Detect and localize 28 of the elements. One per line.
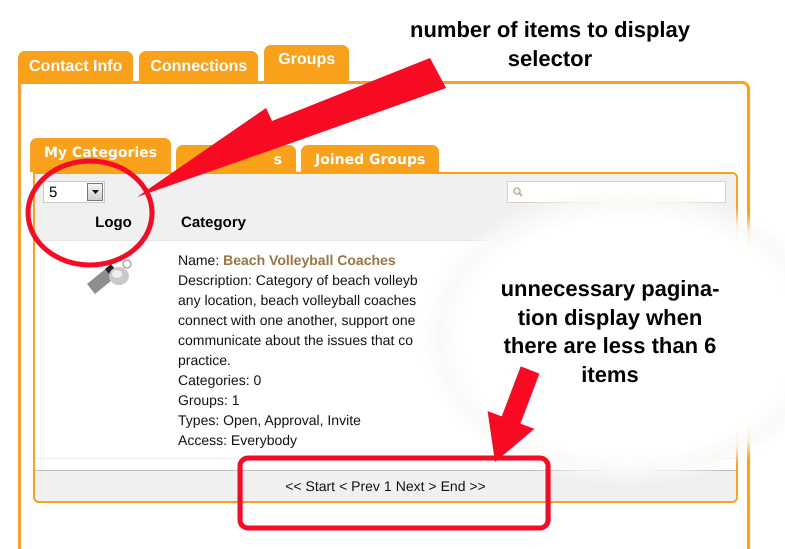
description-text: any location, beach volleyball coaches <box>178 291 418 310</box>
search-field[interactable] <box>507 181 726 203</box>
detail-text: Types: Open, Approval, Invite <box>178 411 362 430</box>
detail-text: Access: Everybody <box>178 431 298 450</box>
search-icon <box>513 187 523 197</box>
annotation-text: unnecessary pagina- <box>500 275 720 303</box>
pagination-link[interactable]: < Prev <box>339 478 380 494</box>
annotation-text: there are less than 6 <box>502 332 718 360</box>
annotation-text: items <box>580 360 640 389</box>
annotation-text: tion display when <box>516 304 704 332</box>
column-header: Category <box>181 214 246 230</box>
category-link[interactable]: Beach Volleyball Coaches <box>223 252 396 268</box>
description-text: Description: Category of beach volleyb <box>178 271 418 290</box>
field-label: Name: <box>178 252 220 268</box>
pagination-link[interactable]: Next > <box>396 478 437 494</box>
page-size-select[interactable]: 5 <box>43 181 105 203</box>
annotation-text: selector <box>506 44 594 73</box>
pagination-link[interactable]: << Start <box>285 478 336 494</box>
annotation-text: number of items to display <box>409 16 691 44</box>
description-text: practice. <box>178 351 232 370</box>
column-header: Logo <box>94 214 133 230</box>
description-text: communicate about the issues that co <box>178 331 414 350</box>
detail-text: Categories: 0 <box>178 371 262 390</box>
detail-text: Groups: 1 <box>178 391 240 410</box>
pagination-link[interactable]: 1 <box>384 478 392 494</box>
description-text: connect with one another, support one <box>178 311 416 330</box>
pagination-link[interactable]: End >> <box>440 478 486 494</box>
caret-icon <box>92 190 98 194</box>
